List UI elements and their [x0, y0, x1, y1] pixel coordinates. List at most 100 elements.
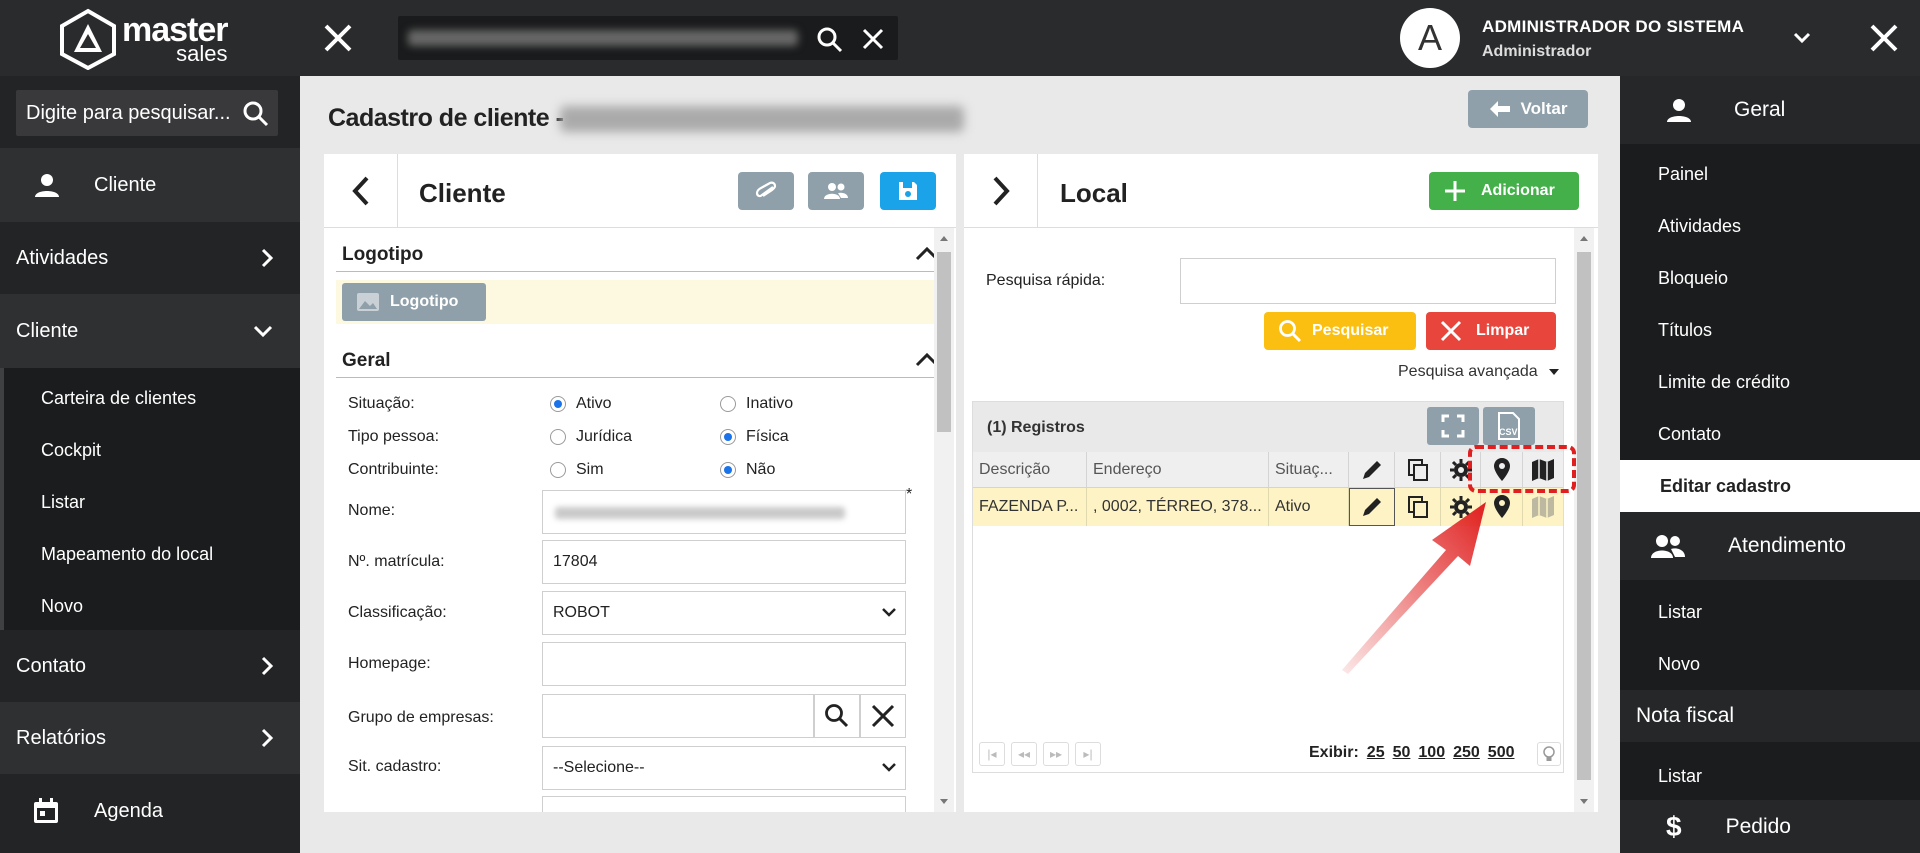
section-logotipo[interactable]: Logotipo — [336, 234, 940, 272]
edit-row-button[interactable] — [1349, 488, 1395, 526]
prev-page-icon[interactable]: ◂◂ — [1011, 742, 1037, 766]
map-row-button[interactable] — [1523, 488, 1563, 526]
add-button[interactable]: Adicionar — [1429, 172, 1579, 210]
logotipo-button[interactable]: Logotipo — [342, 283, 486, 321]
right-item-contato[interactable]: Contato — [1658, 424, 1721, 445]
matricula-input[interactable]: 17804 — [542, 540, 906, 584]
section-geral[interactable]: Geral — [336, 340, 940, 378]
radio-juridica[interactable]: Jurídica — [550, 428, 632, 446]
advanced-search-toggle[interactable]: Pesquisa avançada — [1398, 363, 1560, 381]
cell-descricao[interactable]: FAZENDA P... — [973, 488, 1087, 526]
grupo-clear-button[interactable] — [860, 694, 906, 738]
clear-search-icon[interactable] — [862, 28, 884, 50]
expand-right-button[interactable] — [964, 154, 1038, 228]
right-item-bloqueio[interactable]: Bloqueio — [1658, 268, 1728, 289]
right-item-atendimento-novo[interactable]: Novo — [1658, 654, 1700, 675]
cliente-scrollbar[interactable] — [934, 228, 954, 812]
settings-row-button[interactable] — [1441, 488, 1481, 526]
tips-button[interactable] — [1537, 742, 1561, 766]
page-size-500[interactable]: 500 — [1488, 744, 1515, 762]
chevron-right-icon — [261, 656, 274, 676]
back-button[interactable]: Voltar — [1468, 90, 1588, 128]
map-pin-icon — [1493, 495, 1510, 518]
page-size-100[interactable]: 100 — [1418, 744, 1445, 762]
label-tipo-pessoa: Tipo pessoa: — [348, 428, 440, 445]
local-scrollbar[interactable] — [1574, 228, 1594, 812]
sidebar-item-relatorios[interactable]: Relatórios — [0, 702, 300, 774]
radio-nao[interactable]: Não — [720, 461, 775, 479]
chevron-down-icon[interactable] — [1792, 28, 1812, 48]
col-descricao[interactable]: Descrição — [973, 452, 1087, 488]
user-role: Administrador — [1482, 43, 1592, 60]
right-section-pedido[interactable]: $ Pedido — [1620, 800, 1920, 853]
radio-inativo[interactable]: Inativo — [720, 395, 793, 413]
right-section-geral[interactable]: Geral — [1620, 76, 1920, 144]
col-situacao[interactable]: Situaç... — [1269, 452, 1349, 488]
right-item-atividades[interactable]: Atividades — [1658, 216, 1741, 237]
sidebar-subitem-listar[interactable]: Listar — [41, 492, 85, 513]
first-page-icon[interactable]: |◂ — [979, 742, 1005, 766]
radio-fisica[interactable]: Física — [720, 428, 789, 446]
sit-cadastro-select[interactable]: --Selecione-- — [542, 746, 906, 790]
right-item-painel[interactable]: Painel — [1658, 164, 1708, 185]
nome-input[interactable] — [542, 490, 906, 534]
right-section-atendimento[interactable]: Atendimento — [1620, 512, 1920, 580]
app-logo[interactable]: master sales — [58, 8, 229, 70]
right-item-limite[interactable]: Limite de crédito — [1658, 372, 1790, 393]
col-map-header[interactable] — [1523, 452, 1563, 488]
col-edit-header[interactable] — [1349, 452, 1395, 488]
close-icon — [871, 704, 895, 728]
radio-ativo[interactable]: Ativo — [550, 395, 612, 413]
sidebar-item-agenda[interactable]: Agenda — [0, 774, 300, 848]
right-section-nota-fiscal[interactable]: Nota fiscal — [1620, 690, 1920, 742]
quick-search-input[interactable] — [1180, 258, 1556, 304]
radio-sim[interactable]: Sim — [550, 461, 604, 479]
page-size-250[interactable]: 250 — [1453, 744, 1480, 762]
avatar[interactable]: A — [1400, 8, 1460, 68]
col-location-header[interactable] — [1481, 452, 1523, 488]
copy-row-button[interactable] — [1395, 488, 1441, 526]
save-button[interactable] — [880, 172, 936, 210]
right-item-titulos[interactable]: Títulos — [1658, 320, 1712, 341]
sidebar-subitem-carteira[interactable]: Carteira de clientes — [41, 388, 196, 409]
search-icon[interactable] — [816, 26, 844, 54]
search-icon[interactable] — [242, 100, 270, 128]
classificacao-select[interactable]: ROBOT — [542, 591, 906, 635]
close-menu-icon[interactable] — [322, 22, 354, 54]
csv-export-button[interactable]: CSV — [1483, 407, 1535, 445]
cell-endereco[interactable]: , 0002, TÉRREO, 378... — [1087, 488, 1269, 526]
page-size-50[interactable]: 50 — [1393, 744, 1411, 762]
grupo-search-button[interactable] — [814, 694, 860, 738]
fullscreen-button[interactable] — [1427, 407, 1479, 445]
col-endereco[interactable]: Endereço — [1087, 452, 1269, 488]
right-item-editar-cadastro[interactable]: Editar cadastro — [1620, 460, 1920, 512]
right-item-nota-listar[interactable]: Listar — [1658, 766, 1702, 787]
page-size-25[interactable]: 25 — [1367, 744, 1385, 762]
collapse-left-button[interactable] — [324, 154, 398, 228]
grupo-input[interactable] — [542, 694, 814, 738]
contacts-button[interactable] — [808, 172, 864, 210]
col-copy-header[interactable] — [1395, 452, 1441, 488]
sidebar-subitem-mapeamento[interactable]: Mapeamento do local — [41, 544, 213, 565]
location-row-button[interactable] — [1481, 488, 1523, 526]
attach-button[interactable] — [738, 172, 794, 210]
right-item-atendimento-listar[interactable]: Listar — [1658, 602, 1702, 623]
close-icon[interactable] — [1868, 22, 1900, 54]
sidebar-item-cliente-top[interactable]: Cliente — [0, 148, 300, 222]
top-search-box[interactable] — [398, 16, 898, 60]
col-settings-header[interactable] — [1441, 452, 1481, 488]
sidebar-item-contato[interactable]: Contato — [0, 630, 300, 702]
next-page-icon[interactable]: ▸▸ — [1043, 742, 1069, 766]
homepage-input[interactable] — [542, 642, 906, 686]
sidebar-subitem-novo[interactable]: Novo — [41, 596, 83, 617]
user-name[interactable]: ADMINISTRADOR DO SISTEMA — [1482, 17, 1744, 37]
sidebar-search-input[interactable] — [16, 90, 236, 136]
sidebar-item-atividades[interactable]: Atividades — [0, 222, 300, 294]
search-button[interactable]: Pesquisar — [1264, 312, 1416, 350]
cell-situacao[interactable]: Ativo — [1269, 488, 1349, 526]
next-field-input[interactable] — [542, 796, 906, 812]
clear-button[interactable]: Limpar — [1426, 312, 1556, 350]
last-page-icon[interactable]: ▸| — [1075, 742, 1101, 766]
sidebar-subitem-cockpit[interactable]: Cockpit — [41, 440, 101, 461]
sidebar-item-cliente[interactable]: Cliente — [0, 294, 300, 368]
